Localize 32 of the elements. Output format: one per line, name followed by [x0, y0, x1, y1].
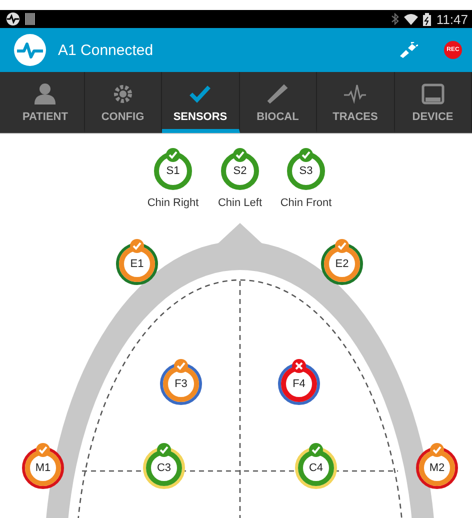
- sensor-caption: Chin Right: [147, 197, 199, 209]
- sensor-label: C4: [308, 462, 324, 474]
- sensor-label: E1: [130, 258, 144, 270]
- wifi-icon: [404, 13, 418, 25]
- pulse-logo-icon: [14, 34, 46, 66]
- sensor-caption: Chin Front: [280, 197, 332, 209]
- battery-icon: [423, 12, 432, 26]
- sensor-label: S2: [233, 165, 247, 177]
- sensor-label: M1: [35, 462, 51, 474]
- sensor-label: M2: [429, 462, 445, 474]
- sensor-caption: Chin Left: [218, 197, 262, 209]
- tab-icon: [33, 82, 58, 104]
- sensor-label: F3: [174, 378, 188, 390]
- status-time: 11:47: [436, 12, 468, 26]
- tab-icon: [343, 82, 368, 104]
- sensor-label: E2: [335, 258, 349, 270]
- tab[interactable]: BIOCAL: [240, 72, 317, 133]
- connection-title: A1 Connected: [58, 42, 154, 58]
- tab[interactable]: SENSORS: [162, 72, 240, 133]
- sensor-label: S3: [299, 165, 313, 177]
- tab[interactable]: TRACES: [317, 72, 394, 133]
- sensor-label: S1: [166, 165, 180, 177]
- tab-icon: [266, 82, 290, 104]
- sensor-label: F4: [292, 378, 306, 390]
- bluetooth-icon: [391, 13, 400, 25]
- sensor-label: C3: [156, 462, 172, 474]
- tab[interactable]: PATIENT: [7, 72, 84, 133]
- plug-icon[interactable]: [398, 42, 418, 58]
- tab-icon: [420, 82, 445, 104]
- tab[interactable]: DEVICE: [394, 72, 472, 133]
- tab[interactable]: CONFIG: [84, 72, 162, 133]
- barcode-icon: [25, 13, 35, 25]
